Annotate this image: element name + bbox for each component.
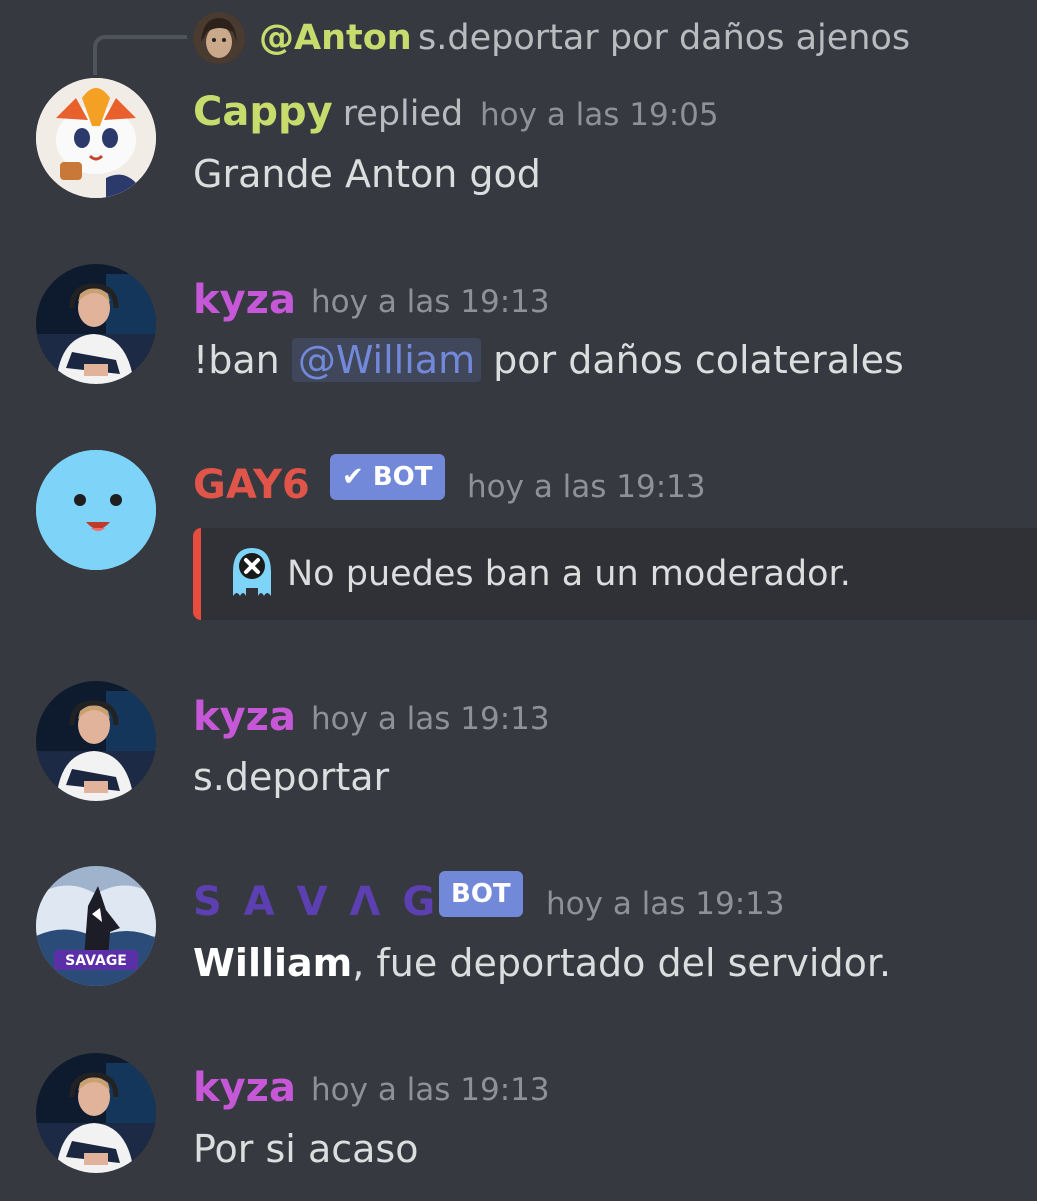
user-mention[interactable]: @William xyxy=(291,338,482,382)
embed: No puedes ban a un moderador. xyxy=(193,528,1037,620)
timestamp: hoy a las 19:13 xyxy=(311,701,550,737)
message-content: s.deportar xyxy=(193,755,390,799)
message-content: Por si acaso xyxy=(193,1127,419,1171)
author-name[interactable]: kyza xyxy=(193,695,296,739)
author-name[interactable]: kyza xyxy=(193,278,296,322)
savage-avatar[interactable]: SAVAGE xyxy=(36,866,156,986)
kyza-avatar[interactable] xyxy=(36,1053,156,1173)
timestamp: hoy a las 19:05 xyxy=(480,97,719,133)
timestamp: hoy a las 19:13 xyxy=(467,469,706,505)
embed-text: No puedes ban a un moderador. xyxy=(287,554,851,594)
bot-tag: BOT xyxy=(439,871,523,917)
reply-author[interactable]: @Anton xyxy=(259,16,412,60)
author-name-text[interactable]: Cappy xyxy=(193,89,333,135)
author-name[interactable]: kyza xyxy=(193,1066,296,1110)
reply-connector-line xyxy=(93,35,187,75)
timestamp: hoy a las 19:13 xyxy=(311,1072,550,1108)
kyza-avatar[interactable] xyxy=(36,681,156,801)
author-name[interactable]: Cappy replied xyxy=(193,90,463,136)
timestamp: hoy a las 19:13 xyxy=(546,886,785,922)
cappy-avatar[interactable] xyxy=(36,78,156,198)
content-bold: William xyxy=(193,941,353,985)
message-content: !ban @William por daños colaterales xyxy=(193,336,904,384)
error-x-icon xyxy=(233,548,271,596)
content-prefix: !ban xyxy=(193,338,292,382)
kyza-avatar[interactable] xyxy=(36,264,156,384)
content-rest: , fue deportado del servidor. xyxy=(352,941,892,985)
svg-text:SAVAGE: SAVAGE xyxy=(65,953,127,969)
gay6-avatar[interactable] xyxy=(36,450,156,570)
author-name[interactable]: GAY6 xyxy=(193,463,310,507)
bot-tag-verified: ✔ BOT xyxy=(330,454,445,500)
message-content: Grande Anton god xyxy=(193,152,541,196)
timestamp: hoy a las 19:13 xyxy=(311,284,550,320)
replied-label: replied xyxy=(342,94,464,134)
anton-avatar[interactable] xyxy=(193,12,245,64)
reply-preview-text[interactable]: s.deportar por daños ajenos xyxy=(418,16,910,60)
message-content: William, fue deportado del servidor. xyxy=(193,939,891,987)
content-suffix: por daños colaterales xyxy=(481,338,904,382)
